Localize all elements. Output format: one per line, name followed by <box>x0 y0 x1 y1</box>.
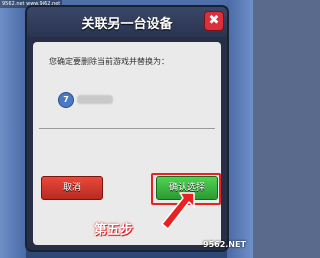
background-left-edge <box>0 0 26 258</box>
cancel-button[interactable]: 取消 <box>41 176 103 200</box>
background-right-edge <box>227 0 253 258</box>
account-level-avatar: 7 <box>58 92 74 108</box>
step-label: 第五步 <box>94 223 134 238</box>
replace-prompt: 您确定要删除当前游戏并替换为： <box>49 57 169 66</box>
dialog-title: 关联另一台设备 <box>81 17 173 32</box>
close-icon: ✖ <box>208 13 220 28</box>
pointer-arrow-icon <box>161 192 195 230</box>
watermark-bottom-right: 9562.NET <box>203 240 246 249</box>
account-name-blurred <box>77 95 113 104</box>
close-button[interactable]: ✖ <box>204 11 224 31</box>
divider <box>39 128 215 129</box>
link-device-dialog: 关联另一台设备 ✖ 您确定要删除当前游戏并替换为： 7 取消 确认选择 <box>27 7 227 250</box>
